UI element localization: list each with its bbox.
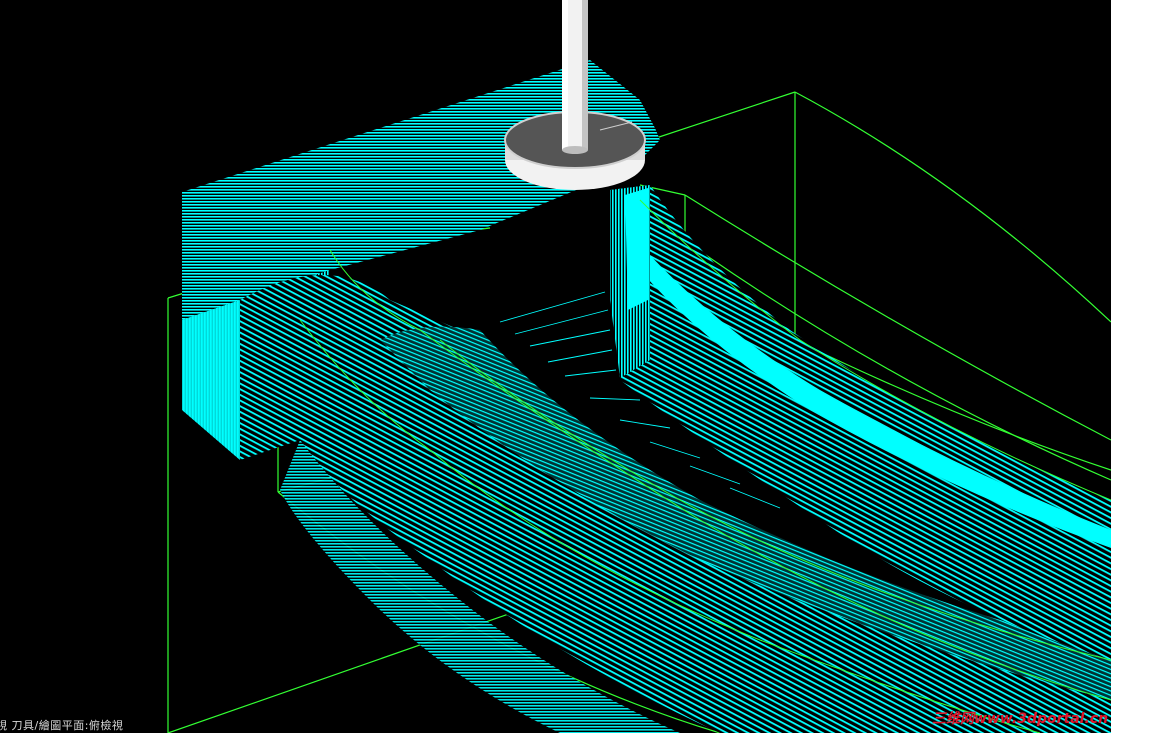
graphics-viewport[interactable]: 視 刀具/繪圖平面:俯檢視: [0, 0, 1111, 733]
view-status-text: 視 刀具/繪圖平面:俯檢視: [0, 719, 124, 732]
site-watermark: 三维网www.3dportal.cn: [932, 710, 1108, 728]
tool-shank: [562, 0, 588, 154]
cam-toolpath-scene: [167, 0, 1111, 733]
watermark-chinese: 三维网: [932, 711, 974, 727]
watermark-domain: www.3dportal.cn: [974, 711, 1109, 727]
